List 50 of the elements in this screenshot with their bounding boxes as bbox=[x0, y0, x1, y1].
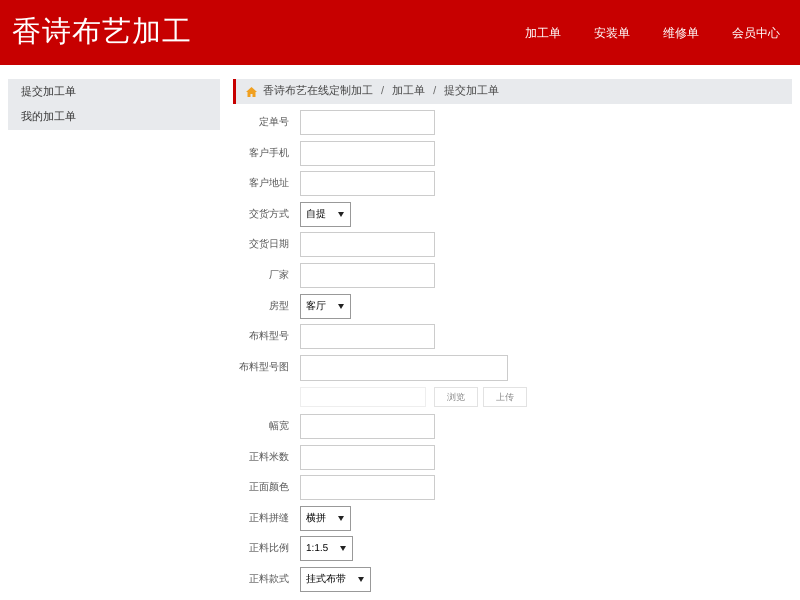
home-icon bbox=[246, 86, 257, 96]
nav-link[interactable]: 加工单 bbox=[525, 24, 561, 42]
caret-icon bbox=[338, 516, 344, 521]
dropdown[interactable]: 横拼 bbox=[300, 506, 351, 531]
field-label: 幅宽 bbox=[268, 420, 289, 434]
dropdown[interactable]: 自提 bbox=[300, 202, 351, 227]
breadcrumb-separator: / bbox=[432, 84, 438, 100]
text-field[interactable] bbox=[300, 414, 435, 439]
field-label: 客户地址 bbox=[248, 176, 289, 192]
dropdown[interactable]: 1:1.5 bbox=[300, 536, 354, 562]
field-label: 正料比例 bbox=[248, 542, 289, 556]
field-label: 房型 bbox=[268, 300, 289, 314]
nav-link[interactable]: 安装单 bbox=[594, 24, 630, 42]
caret-icon bbox=[338, 304, 344, 309]
upload-button[interactable]: 上传 bbox=[483, 387, 527, 408]
field-label: 布料型号 bbox=[248, 330, 289, 344]
field-label: 正料款式 bbox=[248, 572, 289, 587]
text-field[interactable] bbox=[300, 110, 435, 135]
nav-link[interactable]: 维修单 bbox=[663, 24, 699, 42]
dropdown[interactable]: 挂式布带 bbox=[300, 566, 371, 592]
breadcrumb-separator: / bbox=[380, 84, 386, 100]
text-field[interactable] bbox=[300, 444, 435, 470]
field-label: 定单号 bbox=[258, 116, 289, 130]
text-field[interactable] bbox=[300, 140, 435, 166]
field-label: 正料米数 bbox=[248, 450, 289, 465]
field-label: 正面颜色 bbox=[248, 480, 289, 496]
field-label: 正料拼缝 bbox=[248, 512, 289, 526]
nav-link[interactable]: 会员中心 bbox=[732, 24, 780, 42]
site-title: 香诗布艺加工 bbox=[12, 14, 192, 50]
text-field[interactable] bbox=[300, 354, 508, 381]
sidebar-item[interactable]: 我的加工单 bbox=[8, 104, 220, 129]
field-label: 交货日期 bbox=[248, 238, 289, 252]
text-field[interactable] bbox=[300, 475, 435, 500]
text-field[interactable] bbox=[300, 171, 435, 196]
field-label: 布料型号图 bbox=[238, 360, 289, 376]
field-label: 客户手机 bbox=[248, 146, 289, 161]
caret-icon bbox=[338, 212, 344, 217]
field-label: 厂家 bbox=[268, 268, 289, 283]
dropdown[interactable]: 客厅 bbox=[300, 294, 351, 319]
caret-icon bbox=[358, 576, 364, 582]
text-field[interactable] bbox=[300, 324, 435, 350]
breadcrumb-link[interactable]: 提交加工单 bbox=[444, 83, 500, 100]
caret-icon bbox=[340, 546, 346, 552]
text-field[interactable] bbox=[300, 232, 435, 258]
text-field[interactable] bbox=[300, 262, 435, 288]
sidebar-item[interactable]: 提交加工单 bbox=[8, 80, 220, 104]
field-label: 交货方式 bbox=[248, 208, 289, 222]
breadcrumb-link[interactable]: 加工单 bbox=[392, 83, 426, 100]
upload-button[interactable]: 浏览 bbox=[434, 387, 478, 408]
breadcrumb-link[interactable]: 香诗布艺在线定制加工 bbox=[263, 83, 373, 100]
